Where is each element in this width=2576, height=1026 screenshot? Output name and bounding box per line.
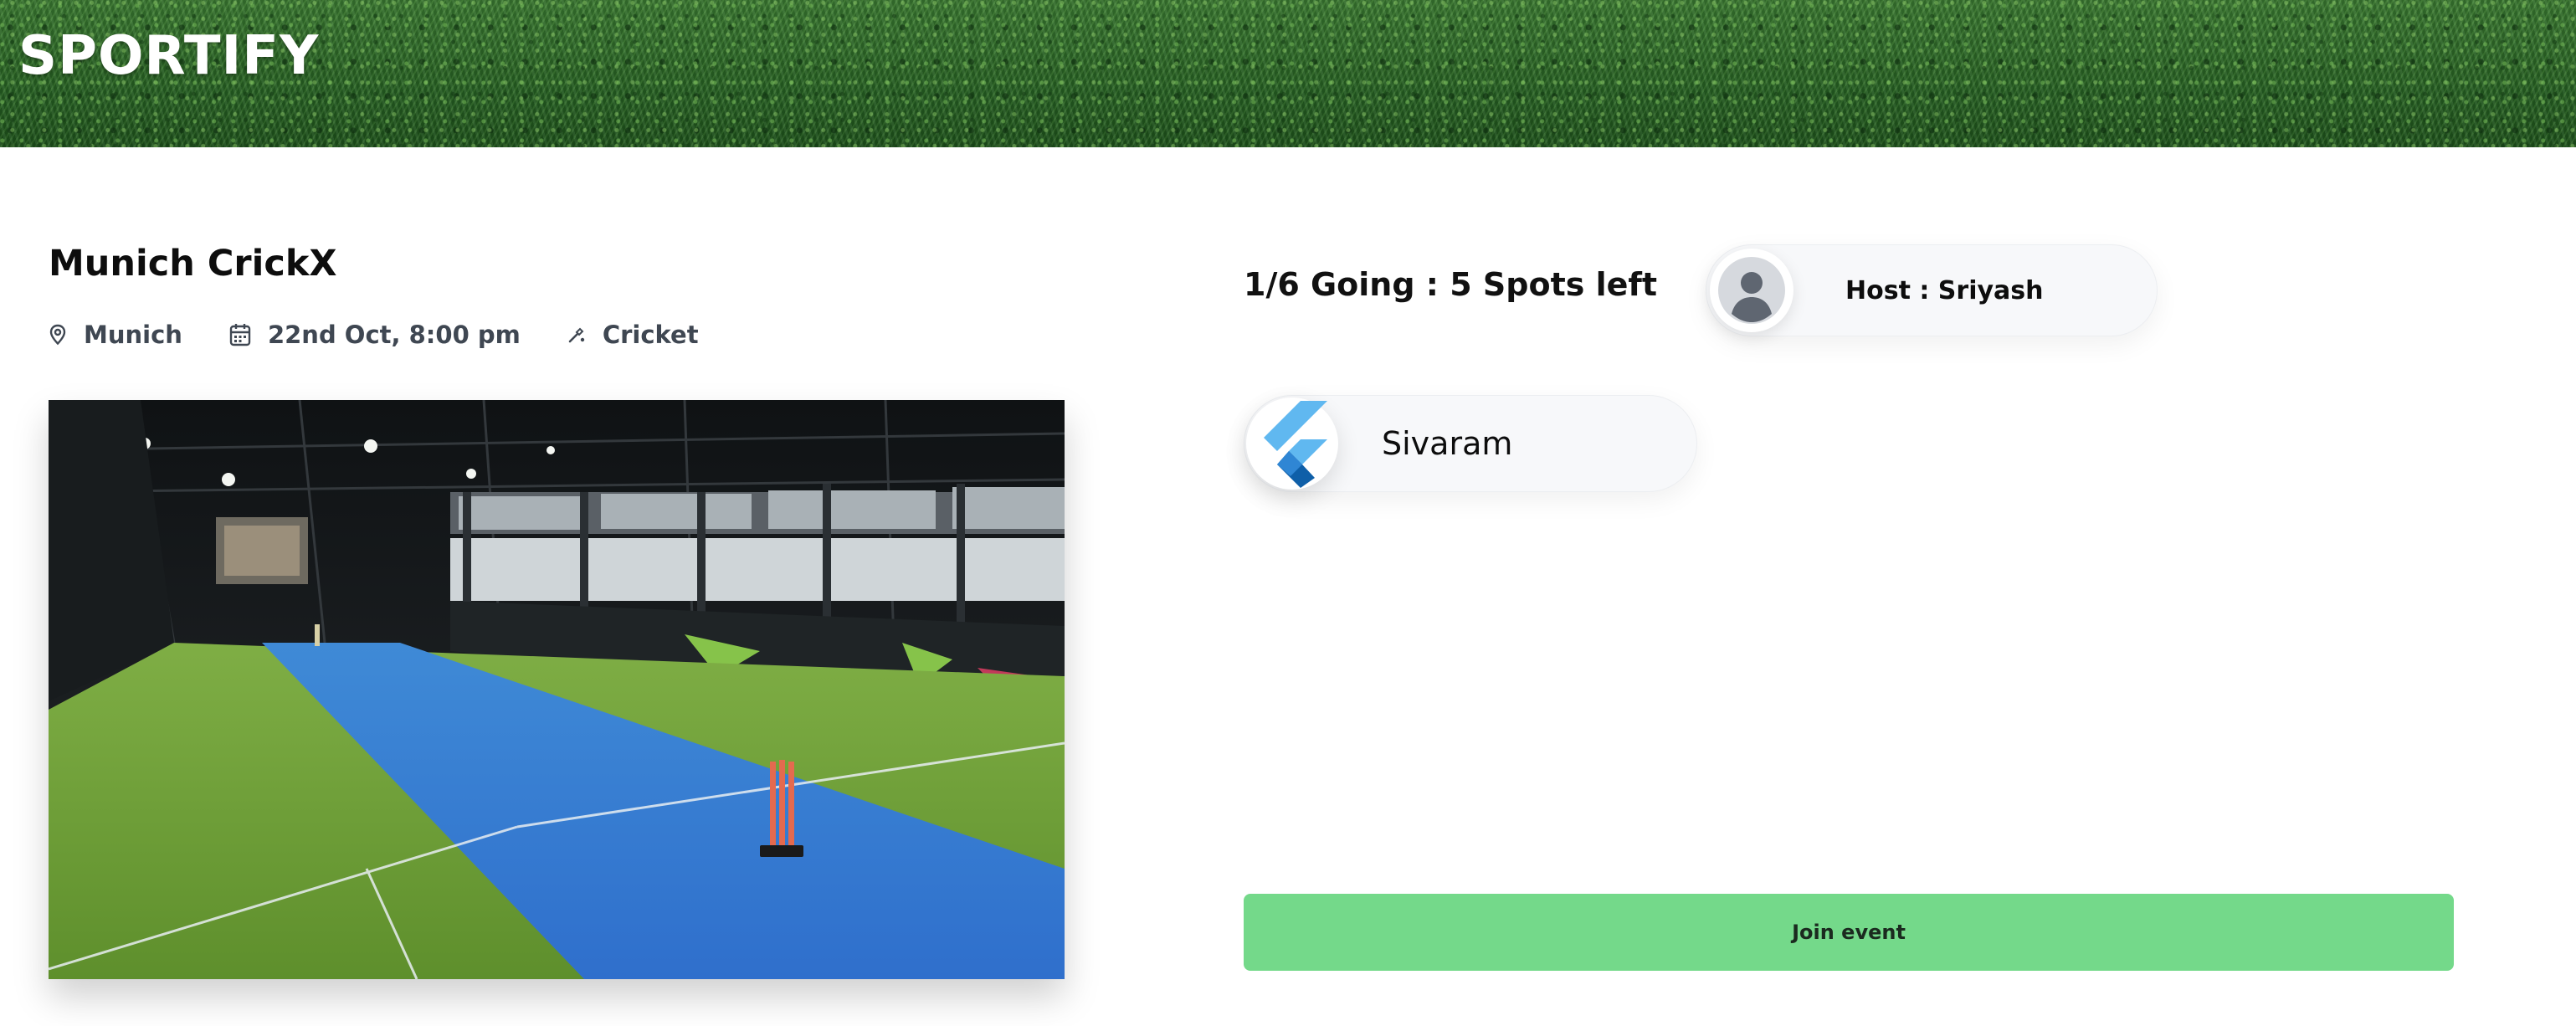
- host-name: Host : Sriyash: [1845, 275, 2044, 305]
- event-title: Munich CrickX: [49, 243, 337, 285]
- event-sport: Cricket: [567, 321, 699, 349]
- cricket-bat-icon: [568, 327, 585, 343]
- calendar-icon: [229, 324, 251, 346]
- event-meta: Munich 22nd Oct, 8:00 pm Cricket: [49, 316, 746, 353]
- indoor-cricket-photo: [49, 400, 1065, 979]
- join-event-button[interactable]: Join event: [1244, 894, 2454, 971]
- host-chip[interactable]: Host : Sriyash: [1706, 244, 2158, 336]
- participant-chip[interactable]: Sivaram: [1244, 395, 1697, 492]
- header-banner: SPORTIFY: [0, 0, 2576, 147]
- participant-name: Sivaram: [1382, 425, 1513, 462]
- default-user-avatar-icon: [1718, 257, 1785, 324]
- participant-avatar: [1246, 398, 1338, 490]
- attendance-summary: 1/6 Going : 5 Spots left: [1244, 266, 1658, 303]
- event-image: [49, 400, 1065, 979]
- flutter-logo-icon: [1264, 401, 1327, 488]
- location-text: Munich: [84, 321, 182, 349]
- brand-logo-text[interactable]: SPORTIFY: [18, 25, 319, 87]
- sport-text: Cricket: [602, 321, 699, 349]
- event-datetime: 22nd Oct, 8:00 pm: [229, 321, 521, 349]
- host-avatar: [1710, 249, 1793, 332]
- location-pin-icon: [49, 324, 66, 346]
- datetime-text: 22nd Oct, 8:00 pm: [267, 321, 521, 349]
- event-location: Munich: [49, 321, 182, 349]
